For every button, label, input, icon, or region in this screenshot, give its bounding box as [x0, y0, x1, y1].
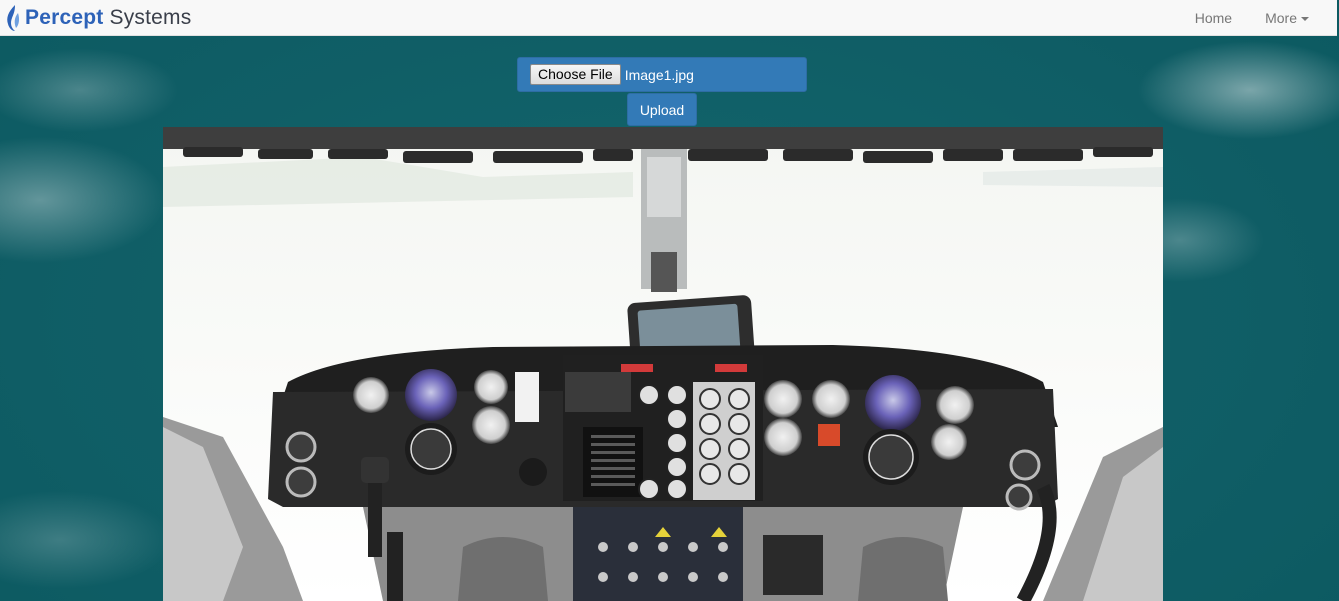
- nav-home-link[interactable]: Home: [1195, 10, 1232, 26]
- uploaded-image-preview: [163, 127, 1163, 601]
- flame-logo-icon: [7, 5, 20, 31]
- selected-file-name: Image1.jpg: [624, 66, 694, 83]
- brand-name: Percept Systems: [25, 6, 191, 30]
- nav-more-label: More: [1265, 10, 1297, 26]
- top-navbar: Percept Systems Home More: [0, 0, 1337, 36]
- nav-links: Home More: [1162, 0, 1309, 36]
- brand-name-part2: Systems: [109, 6, 192, 29]
- file-input-wrapper[interactable]: Choose File Image1.jpg: [517, 57, 807, 92]
- brand-logo[interactable]: Percept Systems: [4, 3, 191, 33]
- caret-down-icon: [1301, 17, 1309, 22]
- choose-file-button[interactable]: Choose File: [530, 64, 621, 85]
- nav-more-dropdown[interactable]: More: [1265, 10, 1309, 26]
- brand-name-part1: Percept: [25, 6, 104, 29]
- helicopter-cockpit-image: [163, 127, 1163, 601]
- upload-button[interactable]: Upload: [627, 93, 697, 126]
